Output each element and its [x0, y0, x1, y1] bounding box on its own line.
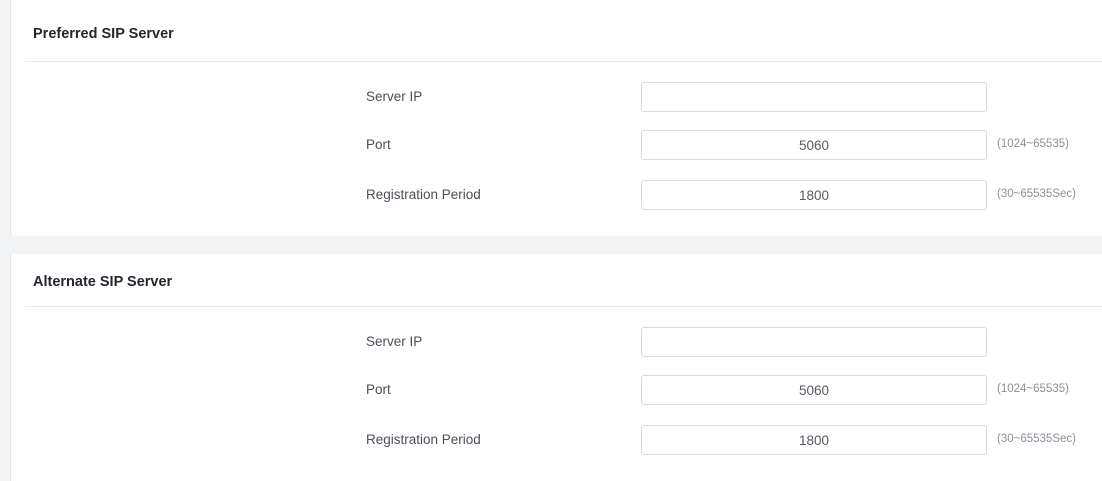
alternate-sip-server-section: Alternate SIP Server Server IP Port (102… — [10, 254, 1102, 481]
port-input[interactable] — [641, 130, 987, 160]
port-label: Port — [366, 137, 391, 152]
server-ip-label: Server IP — [366, 334, 423, 349]
section-title: Alternate SIP Server — [33, 274, 173, 290]
port-row: Port (1024~65535) — [11, 375, 1102, 405]
port-input[interactable] — [641, 375, 987, 405]
server-ip-label: Server IP — [366, 89, 423, 104]
registration-period-label: Registration Period — [366, 432, 481, 447]
registration-period-input[interactable] — [641, 180, 987, 210]
port-range-hint: (1024~65535) — [997, 383, 1069, 395]
port-label: Port — [366, 382, 391, 397]
registration-period-input[interactable] — [641, 425, 987, 455]
section-divider — [25, 306, 1102, 307]
server-ip-input[interactable] — [641, 327, 987, 357]
registration-period-label: Registration Period — [366, 187, 481, 202]
registration-period-row: Registration Period (30~65535Sec) — [11, 425, 1102, 455]
port-row: Port (1024~65535) — [11, 130, 1102, 160]
registration-period-range-hint: (30~65535Sec) — [997, 433, 1076, 445]
registration-period-row: Registration Period (30~65535Sec) — [11, 180, 1102, 210]
server-ip-row: Server IP — [11, 327, 1102, 357]
registration-period-range-hint: (30~65535Sec) — [997, 188, 1076, 200]
section-title: Preferred SIP Server — [33, 26, 174, 42]
section-divider — [25, 61, 1102, 62]
port-range-hint: (1024~65535) — [997, 138, 1069, 150]
server-ip-input[interactable] — [641, 82, 987, 112]
sip-settings-page: Preferred SIP Server Server IP Port (102… — [0, 0, 1102, 481]
preferred-sip-server-section: Preferred SIP Server Server IP Port (102… — [10, 0, 1102, 236]
server-ip-row: Server IP — [11, 82, 1102, 112]
